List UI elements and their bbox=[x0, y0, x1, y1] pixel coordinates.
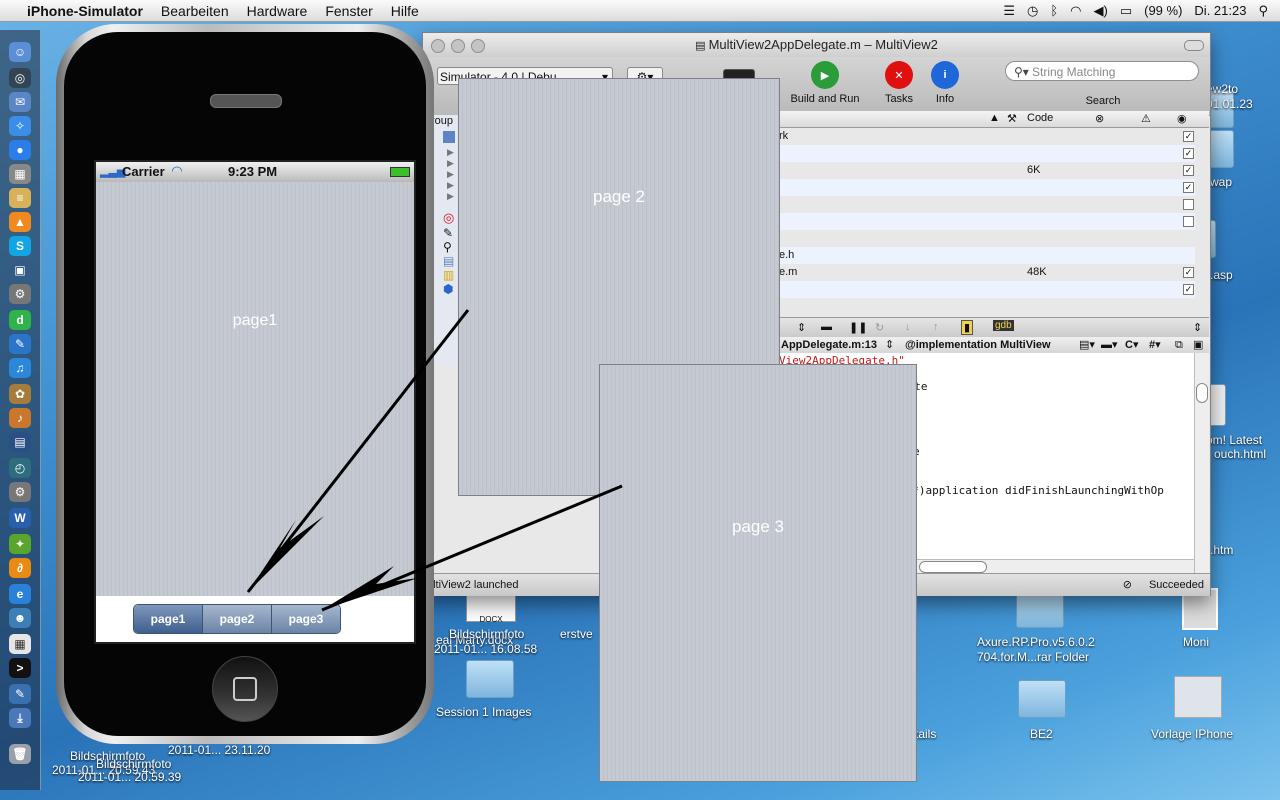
annotation-arrows bbox=[246, 309, 623, 612]
arrowhead-icon bbox=[248, 516, 324, 592]
arrowhead-icon bbox=[322, 566, 418, 610]
